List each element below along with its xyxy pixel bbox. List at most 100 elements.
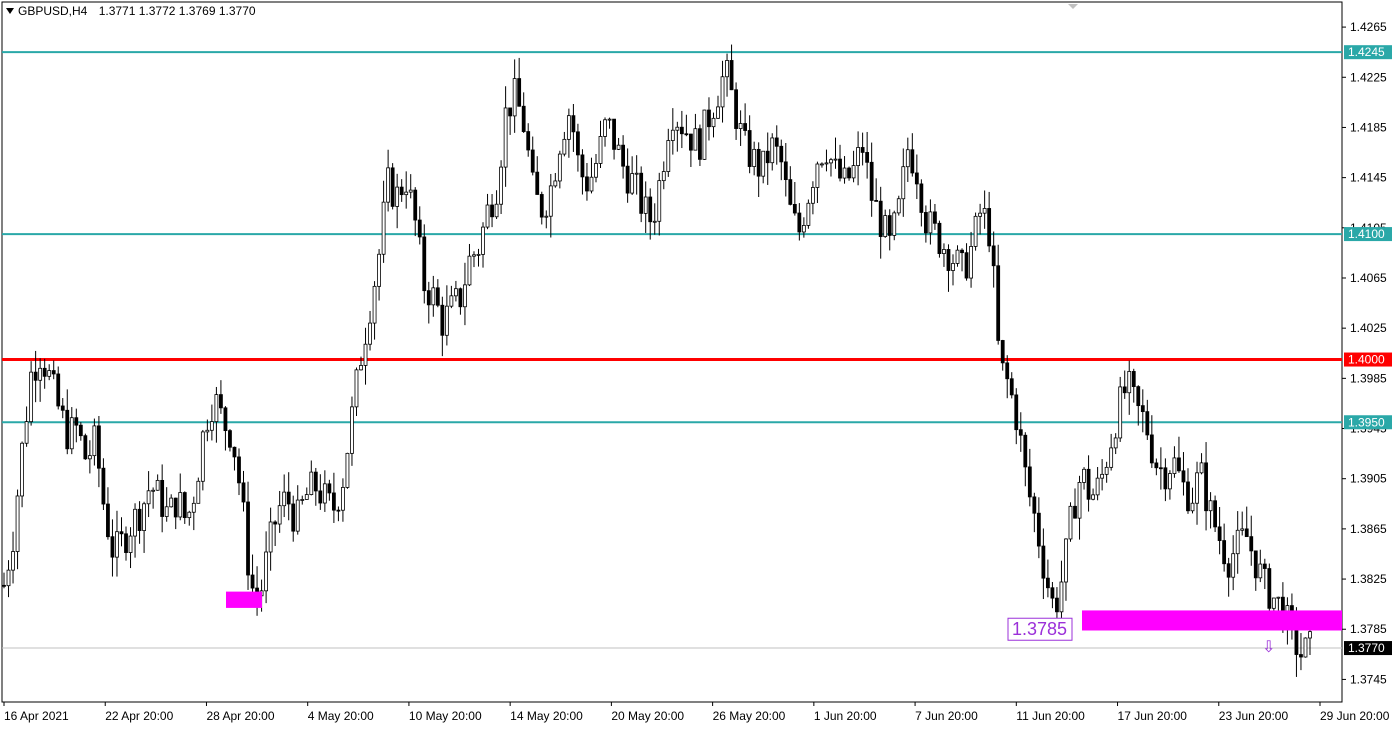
candle-body — [562, 138, 567, 155]
candle-body — [196, 480, 201, 504]
level-price-label: 1.4245 — [1348, 45, 1385, 59]
candle-body — [991, 245, 996, 267]
candle-body — [273, 521, 278, 525]
candle-body — [535, 171, 540, 195]
candle-body — [101, 467, 106, 505]
candle-body — [47, 370, 52, 377]
candle-body — [377, 253, 381, 287]
candle-body — [1158, 467, 1163, 470]
candle-body — [607, 118, 612, 121]
candle-body — [1023, 434, 1028, 468]
candle-body — [973, 215, 978, 247]
candle-body — [110, 536, 115, 558]
candle-body — [1168, 473, 1172, 490]
candle-body — [770, 137, 775, 164]
y-tick-label: 1.3985 — [1350, 371, 1387, 385]
candle-body — [996, 265, 1001, 341]
candle-body — [1217, 526, 1222, 541]
annotation-label: 1.3785 — [1012, 619, 1067, 639]
candle-body — [431, 287, 436, 306]
candle-body — [20, 442, 24, 497]
candle-body — [1009, 378, 1014, 396]
x-tick-label: 4 May 20:00 — [308, 709, 374, 723]
candle-body — [1005, 362, 1010, 380]
candle-body — [372, 285, 377, 324]
candle-body — [1059, 581, 1064, 613]
candle-body — [960, 249, 964, 254]
candle-body — [182, 492, 187, 519]
chart-header: GBPUSD,H4 1.3771 1.3772 1.3769 1.3770 — [6, 4, 256, 18]
candle-body — [566, 115, 571, 140]
candle-body — [1045, 577, 1050, 589]
candle-body — [1064, 538, 1068, 583]
candle-body — [1204, 462, 1208, 512]
candle-body — [1000, 340, 1005, 364]
chart-window[interactable]: 1.42651.42251.41851.41451.41051.40651.40… — [0, 0, 1396, 725]
support-zone-left — [226, 591, 262, 608]
candle-body — [756, 148, 761, 177]
down-arrow-icon: ⇩ — [1262, 639, 1275, 656]
candle-body — [1195, 472, 1199, 504]
candle-body — [643, 196, 648, 214]
x-tick-label: 17 Jun 20:00 — [1118, 709, 1188, 723]
candle-body — [219, 394, 223, 409]
candle-body — [435, 287, 440, 306]
candle-body — [390, 167, 395, 207]
candle-body — [1308, 631, 1312, 639]
candle-body — [1068, 505, 1073, 540]
candle-body — [661, 171, 666, 182]
candle-body — [747, 130, 752, 167]
candle-body — [788, 179, 793, 205]
candle-body — [820, 163, 824, 166]
candle-body — [300, 499, 305, 501]
y-tick-label: 1.4065 — [1350, 271, 1387, 285]
candle-body — [1276, 596, 1281, 599]
candle-body — [1041, 545, 1046, 579]
candle-body — [969, 246, 973, 279]
candle-body — [978, 212, 983, 217]
candle-body — [1172, 457, 1177, 474]
candle-body — [720, 76, 725, 108]
candle-body — [155, 479, 160, 491]
candle-body — [232, 446, 237, 458]
candle-body — [887, 215, 892, 236]
candle-body — [264, 551, 269, 592]
candle-body — [463, 284, 467, 308]
chart-menu-triangle-icon[interactable] — [6, 7, 14, 14]
candle-body — [250, 574, 255, 589]
candle-body — [1136, 386, 1141, 407]
candle-body — [1145, 411, 1150, 436]
candle-body — [38, 367, 43, 381]
candle-body — [106, 503, 110, 538]
candle-body — [684, 133, 689, 136]
candle-body — [246, 501, 250, 576]
candle-body — [341, 487, 345, 511]
candle-body — [15, 495, 20, 552]
candle-body — [1095, 477, 1100, 496]
candle-body — [440, 304, 445, 336]
y-tick-label: 1.3825 — [1350, 572, 1387, 586]
candle-body — [675, 126, 680, 131]
candle-body — [1186, 481, 1190, 512]
candle-body — [1231, 553, 1236, 578]
candle-body — [42, 367, 47, 377]
price-chart[interactable]: 1.42651.42251.41851.41451.41051.40651.40… — [0, 0, 1396, 725]
ohlc-close: 1.3770 — [218, 4, 256, 18]
candle-body — [1086, 468, 1091, 500]
candle-body — [499, 166, 503, 205]
candle-body — [490, 204, 494, 218]
candle-body — [1262, 563, 1267, 569]
candle-body — [295, 499, 300, 532]
candle-body — [1050, 587, 1055, 599]
candle-body — [291, 503, 296, 532]
candle-body — [313, 471, 318, 492]
candle-body — [982, 208, 987, 214]
candle-body — [146, 490, 151, 505]
candle-body — [304, 494, 309, 500]
candle-body — [494, 203, 499, 218]
candle-body — [910, 149, 915, 174]
candle-body — [1213, 500, 1218, 528]
candle-body — [92, 425, 97, 457]
candle-body — [829, 159, 833, 164]
candle-body — [209, 421, 214, 431]
